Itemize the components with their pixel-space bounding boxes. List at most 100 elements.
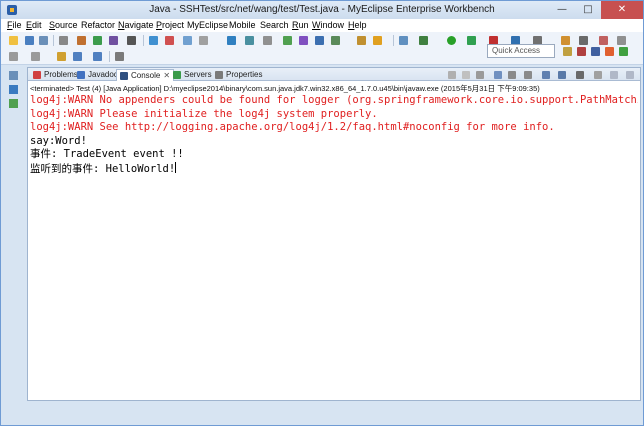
toolbar-divider <box>109 51 110 62</box>
new-web-project-icon[interactable] <box>283 36 292 45</box>
save-icon[interactable] <box>25 36 34 45</box>
properties-icon <box>215 71 223 79</box>
window-icon[interactable] <box>183 36 192 45</box>
menu-window[interactable]: Window <box>312 20 344 30</box>
word-wrap-icon[interactable] <box>524 71 532 79</box>
menu-refactor[interactable]: Refactor <box>81 20 115 30</box>
deploy-icon[interactable] <box>77 36 86 45</box>
new-icon[interactable] <box>9 36 18 45</box>
tools-icon[interactable] <box>127 36 136 45</box>
console-output[interactable]: log4j:WARN No appenders could be found f… <box>30 94 638 399</box>
server-start-icon[interactable] <box>93 36 102 45</box>
minimized-views-bar <box>7 69 21 119</box>
quick-access-field[interactable]: Quick Access <box>487 44 555 58</box>
console-process-status: <terminated> Test (4) [Java Application]… <box>30 84 540 93</box>
menu-mobile[interactable]: Mobile <box>229 20 256 30</box>
skip-breakpoints-icon[interactable] <box>399 36 408 45</box>
menu-help[interactable]: Help <box>348 20 367 30</box>
menu-myeclipse-label: MyEclipse <box>187 20 229 30</box>
tab-properties-label: Properties <box>226 70 263 79</box>
open-perspective-icon[interactable] <box>563 47 572 56</box>
layout-icon[interactable] <box>199 36 208 45</box>
menu-project-label: roject <box>162 20 185 30</box>
restore-view-icon[interactable] <box>9 71 18 80</box>
next-annotation-icon[interactable] <box>9 52 18 61</box>
menu-search[interactable]: Search <box>260 20 289 30</box>
print-icon[interactable] <box>59 36 68 45</box>
display-console-icon[interactable] <box>558 71 566 79</box>
open-console-icon[interactable] <box>576 71 584 79</box>
menu-navigate[interactable]: Navigate <box>118 20 154 30</box>
tab-properties[interactable]: Properties <box>212 69 265 81</box>
toolbar-divider <box>143 35 144 46</box>
menu-edit[interactable]: Edit <box>26 20 42 30</box>
previous-annotation-icon[interactable] <box>31 52 40 61</box>
terminate-icon[interactable] <box>448 71 456 79</box>
scroll-lock-icon[interactable] <box>508 71 516 79</box>
save-all-icon[interactable] <box>39 36 48 45</box>
menu-file[interactable]: File <box>7 20 22 30</box>
back-icon[interactable] <box>73 52 82 61</box>
tab-javadoc-label: Javadoc <box>88 70 118 79</box>
tab-problems-label: Problems <box>44 70 78 79</box>
view-menu-icon[interactable] <box>594 71 602 79</box>
myeclipse-perspective-icon[interactable] <box>577 47 586 56</box>
database-icon[interactable] <box>165 36 174 45</box>
run-icon[interactable] <box>447 36 456 45</box>
toolbar-divider <box>53 35 54 46</box>
maximize-view-icon[interactable] <box>626 71 634 79</box>
menu-source[interactable]: Source <box>49 20 78 30</box>
new-package-icon[interactable] <box>245 36 254 45</box>
menu-mobile-label: Mobile <box>229 20 256 30</box>
debug-perspective-icon[interactable] <box>605 47 614 56</box>
remove-all-icon[interactable] <box>476 71 484 79</box>
run-last-icon[interactable] <box>467 36 476 45</box>
open-task-icon[interactable] <box>331 36 340 45</box>
lamp-icon[interactable] <box>373 36 382 45</box>
clear-console-icon[interactable] <box>494 71 502 79</box>
debug-server-icon[interactable] <box>109 36 118 45</box>
menu-search-label: Search <box>260 20 289 30</box>
minimize-button[interactable]: — <box>549 1 575 19</box>
menu-run-label: un <box>298 20 309 30</box>
title-bar[interactable]: Java - SSHTest/src/net/wang/test/Test.ja… <box>1 1 643 19</box>
debug-icon[interactable] <box>419 36 428 45</box>
globe-icon[interactable] <box>299 36 308 45</box>
pin-console-icon[interactable] <box>542 71 550 79</box>
history-icon[interactable] <box>579 36 588 45</box>
open-type-icon[interactable] <box>315 36 324 45</box>
open-folder-icon[interactable] <box>561 36 570 45</box>
menu-project[interactable]: Project <box>156 20 184 30</box>
maximize-button[interactable]: □ <box>575 1 601 19</box>
minimize-view-icon[interactable] <box>610 71 618 79</box>
menu-source-label: ource <box>55 20 78 30</box>
remove-launch-icon[interactable] <box>462 71 470 79</box>
menu-navigate-label: avigate <box>124 20 154 30</box>
forward-icon[interactable] <box>93 52 102 61</box>
web-browser-icon[interactable] <box>149 36 158 45</box>
servers-icon <box>173 71 181 79</box>
hierarchy-icon[interactable] <box>9 99 18 108</box>
console-line-with-caret: 监听到的事件: HelloWorld! <box>30 161 638 177</box>
tab-servers[interactable]: Servers <box>170 69 215 81</box>
menu-myeclipse[interactable]: MyEclipse <box>187 20 228 30</box>
team-perspective-icon[interactable] <box>619 47 628 56</box>
tab-servers-label: Servers <box>184 70 212 79</box>
menu-bar: File Edit Source Refactor Navigate Proje… <box>1 19 643 32</box>
console-view: Problems Javadoc Console ✕ Servers Proper… <box>27 67 641 401</box>
overflow-chevron-icon[interactable] <box>617 36 626 45</box>
build-icon[interactable] <box>357 36 366 45</box>
menu-run[interactable]: Run <box>292 20 309 30</box>
menu-refactor-label: Refactor <box>81 20 116 30</box>
pin-editor-icon[interactable] <box>115 52 124 61</box>
new-class-icon[interactable] <box>227 36 236 45</box>
tab-console[interactable]: Console ✕ <box>116 69 175 81</box>
pen-icon[interactable] <box>599 36 608 45</box>
last-edit-icon[interactable] <box>57 52 66 61</box>
close-button[interactable]: ✕ <box>601 1 643 19</box>
package-explorer-icon[interactable] <box>9 85 18 94</box>
console-line: say:Word! <box>30 134 87 147</box>
tab-javadoc[interactable]: Javadoc <box>74 69 121 81</box>
java-perspective-icon[interactable] <box>591 47 600 56</box>
new-interface-icon[interactable] <box>263 36 272 45</box>
